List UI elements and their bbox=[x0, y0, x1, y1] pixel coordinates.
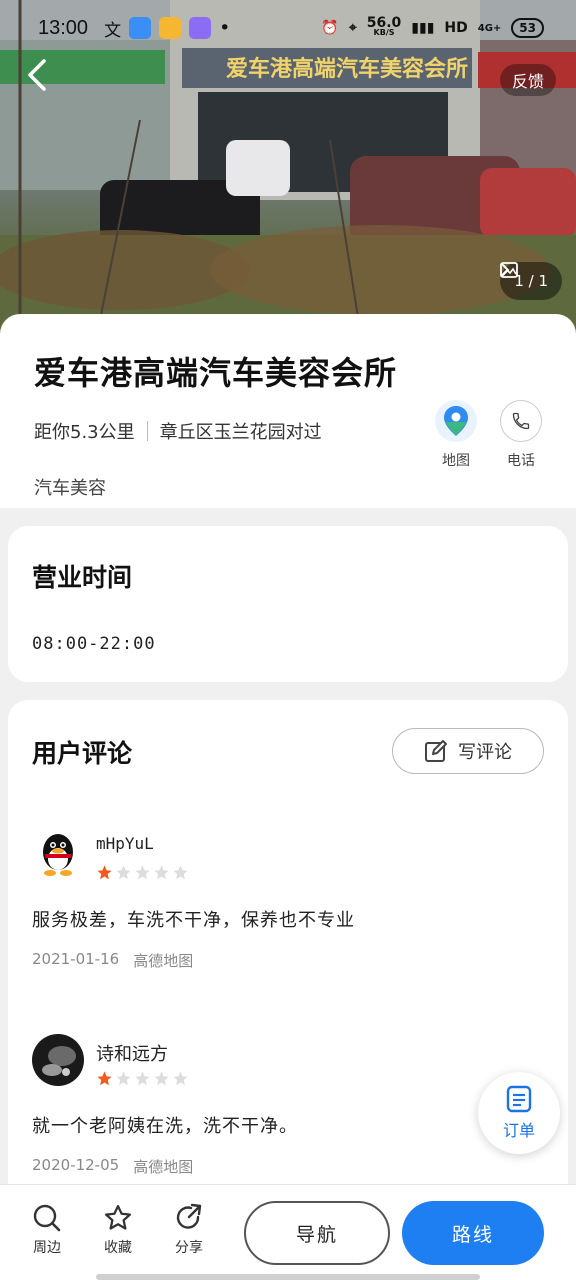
star-empty-icon bbox=[154, 1071, 169, 1086]
edit-icon bbox=[425, 740, 447, 762]
hours-value: 08:00-22:00 bbox=[32, 634, 156, 654]
route-button[interactable]: 路线 bbox=[402, 1201, 544, 1265]
signal-label: 4G+ bbox=[477, 22, 502, 34]
review-date: 2020-12-05 bbox=[32, 1156, 120, 1174]
search-icon bbox=[33, 1204, 61, 1232]
feedback-button[interactable]: 反馈 bbox=[499, 64, 556, 96]
star-empty-icon bbox=[154, 865, 169, 880]
photo-counter-text: 1 / 1 bbox=[514, 272, 548, 290]
star-empty-icon bbox=[135, 865, 150, 880]
notification-icons: 文 • bbox=[104, 16, 230, 41]
star-filled-icon bbox=[97, 1071, 112, 1086]
user-avatar-icon bbox=[32, 1034, 84, 1086]
home-indicator[interactable] bbox=[96, 1274, 480, 1280]
nearby-button[interactable]: 周边 bbox=[20, 1203, 74, 1257]
nearby-label: 周边 bbox=[33, 1240, 61, 1256]
share-label: 分享 bbox=[175, 1240, 203, 1256]
map-icon-wrap bbox=[435, 400, 477, 442]
status-time: 13:00 bbox=[38, 16, 89, 39]
app-notification-icon-2 bbox=[189, 17, 212, 39]
app-notification-icon bbox=[129, 17, 152, 39]
review-source: 高德地图 bbox=[133, 952, 194, 970]
translate-icon: 文 bbox=[104, 20, 122, 41]
share-icon bbox=[176, 1203, 202, 1229]
storefront-photo[interactable]: 爱车港高端汽车美容会所 13:00 文 • ⏰ ⌖ 56.0 KB/S ▮▮▮ … bbox=[0, 0, 576, 340]
star-filled-icon bbox=[97, 865, 112, 880]
phone-icon bbox=[512, 412, 530, 430]
reviewer-name: mHpYuL bbox=[96, 834, 154, 853]
avatar[interactable] bbox=[32, 828, 84, 880]
map-label: 地图 bbox=[442, 453, 470, 469]
place-distance: 距你5.3公里 bbox=[34, 422, 135, 443]
alarm-icon: ⏰ bbox=[321, 20, 339, 36]
chevron-left-icon bbox=[28, 59, 46, 91]
favorite-label: 收藏 bbox=[104, 1240, 132, 1256]
place-address[interactable]: 章丘区玉兰花园对过 bbox=[160, 418, 322, 444]
star-rating bbox=[96, 1070, 189, 1087]
weibo-icon bbox=[159, 17, 182, 39]
hours-title: 营业时间 bbox=[32, 563, 133, 592]
bottom-action-bar: 周边 收藏 分享 导航 路线 bbox=[0, 1184, 576, 1280]
review-text: 就一个老阿姨在洗，洗不干净。 bbox=[32, 1116, 298, 1137]
battery-indicator: 53 bbox=[511, 18, 544, 38]
phone-button[interactable]: 电话 bbox=[491, 400, 551, 470]
chevron-right-icon bbox=[501, 263, 510, 277]
map-button[interactable]: 地图 bbox=[426, 400, 486, 470]
share-button[interactable]: 分享 bbox=[162, 1203, 216, 1257]
photo-gallery-button[interactable]: 1 / 1 bbox=[500, 262, 562, 300]
network-speed-value: 56.0 bbox=[366, 15, 402, 31]
back-button[interactable] bbox=[26, 58, 66, 98]
write-review-button[interactable]: 写评论 bbox=[392, 728, 544, 774]
review-text: 服务极差，车洗不干净，保养也不专业 bbox=[32, 910, 355, 931]
star-empty-icon bbox=[116, 865, 131, 880]
review-meta: 2020-12-05 高德地图 bbox=[32, 1156, 193, 1177]
place-header-card: 爱车港高端汽车美容会所 距你5.3公里 章丘区玉兰花园对过 汽车美容 地图 电话 bbox=[0, 314, 576, 508]
qq-penguin-avatar-icon bbox=[32, 828, 84, 880]
wifi-icon: ▮▮▮ bbox=[411, 20, 435, 36]
map-pin-icon bbox=[444, 406, 468, 436]
status-bar: 13:00 文 • ⏰ ⌖ 56.0 KB/S ▮▮▮ HD 4G+ 53 bbox=[0, 0, 576, 56]
star-empty-icon bbox=[116, 1071, 131, 1086]
storefront-sign-text: 爱车港高端汽车美容会所 bbox=[226, 56, 468, 82]
reviews-card: 用户评论 写评论 mHpYuL 服务极差，车洗不干净，保养也不专业 2021-0… bbox=[8, 700, 568, 1220]
network-speed: 56.0 KB/S bbox=[366, 15, 402, 38]
network-speed-unit: KB/S bbox=[373, 28, 395, 37]
review-meta: 2021-01-16 高德地图 bbox=[32, 950, 193, 971]
place-category: 汽车美容 bbox=[34, 478, 106, 499]
avatar[interactable] bbox=[32, 1034, 84, 1086]
hd-label: HD bbox=[444, 20, 468, 36]
navigate-button[interactable]: 导航 bbox=[244, 1201, 390, 1265]
order-button[interactable]: 订单 bbox=[478, 1072, 560, 1154]
order-label: 订单 bbox=[502, 1121, 535, 1140]
business-hours-card: 营业时间 08:00-22:00 bbox=[8, 526, 568, 682]
star-icon bbox=[105, 1205, 131, 1230]
review-date: 2021-01-16 bbox=[32, 950, 120, 968]
star-empty-icon bbox=[173, 1071, 188, 1086]
star-empty-icon bbox=[173, 865, 188, 880]
star-rating bbox=[96, 864, 189, 881]
phone-icon-wrap bbox=[500, 400, 542, 442]
write-review-label: 写评论 bbox=[458, 742, 512, 763]
place-name: 爱车港高端汽车美容会所 bbox=[34, 354, 398, 392]
dot-icon: • bbox=[219, 17, 231, 39]
favorite-button[interactable]: 收藏 bbox=[91, 1203, 145, 1257]
review-source: 高德地图 bbox=[133, 1158, 194, 1176]
star-empty-icon bbox=[135, 1071, 150, 1086]
phone-label: 电话 bbox=[507, 453, 535, 469]
order-list-icon bbox=[506, 1085, 532, 1113]
location-icon: ⌖ bbox=[348, 20, 357, 36]
reviewer-name: 诗和远方 bbox=[96, 1044, 168, 1065]
meta-divider bbox=[146, 421, 148, 441]
